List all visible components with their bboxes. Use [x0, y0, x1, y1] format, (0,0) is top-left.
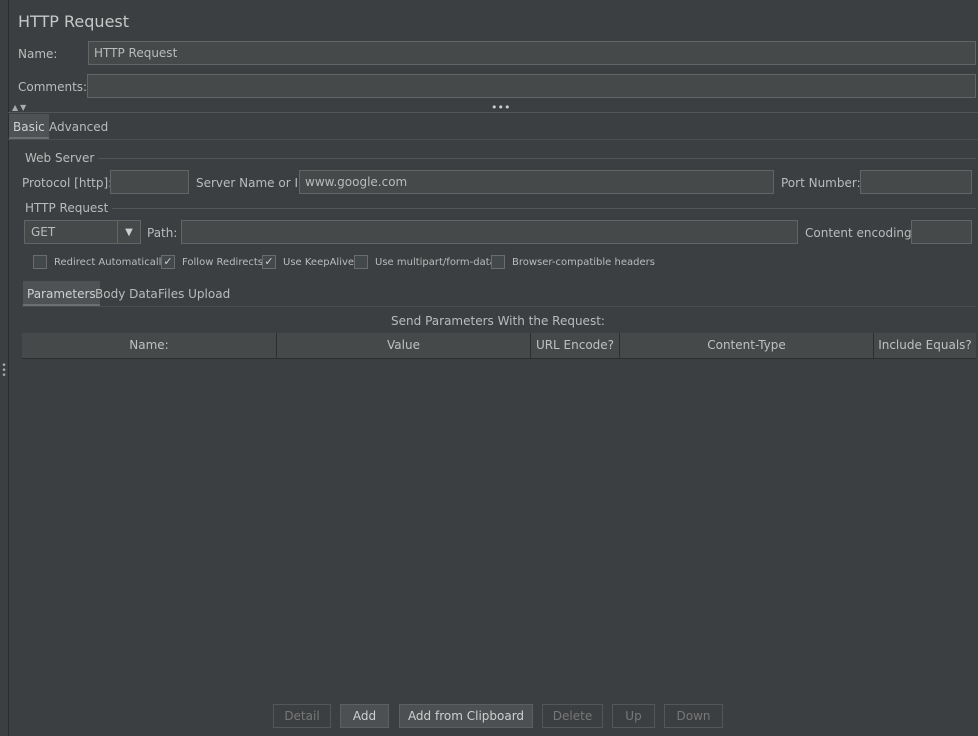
redirect-automatically-checkbox[interactable]: Redirect Automatically	[33, 255, 167, 269]
left-splitter[interactable]: • • •	[0, 0, 9, 736]
table-caption: Send Parameters With the Request:	[391, 314, 605, 328]
column-header-name[interactable]: Name:	[22, 333, 277, 358]
vertical-drag-handle-icon[interactable]: • • •	[1, 362, 7, 381]
checkbox-label: Use multipart/form-data	[375, 256, 496, 268]
checkbox-label: Follow Redirects	[182, 256, 263, 268]
column-header-url-encode[interactable]: URL Encode?	[531, 333, 620, 358]
use-multipart-checkbox[interactable]: Use multipart/form-data	[354, 255, 496, 269]
comments-label: Comments:	[18, 80, 88, 94]
checkbox-box[interactable]	[491, 255, 505, 269]
collapse-expand-arrows-icon[interactable]: ▲▼	[12, 103, 28, 112]
server-name-label: Server Name or IP:	[196, 176, 310, 190]
parameters-table-header: Name: Value URL Encode? Content-Type Inc…	[22, 333, 976, 359]
chevron-down-icon[interactable]: ▼	[117, 221, 140, 243]
splitter-divider	[8, 112, 978, 113]
tab-advanced[interactable]: Advanced	[45, 114, 112, 140]
http-request-title: HTTP Request	[22, 201, 113, 215]
protocol-field[interactable]	[110, 170, 189, 194]
tab-body-data[interactable]: Body Data	[91, 281, 162, 307]
add-from-clipboard-button[interactable]: Add from Clipboard	[399, 704, 533, 728]
web-server-title: Web Server	[22, 151, 99, 165]
server-name-field[interactable]	[299, 170, 774, 194]
follow-redirects-checkbox[interactable]: ✓ Follow Redirects	[161, 255, 263, 269]
tabs-divider	[8, 139, 978, 140]
column-header-include-equals[interactable]: Include Equals?	[874, 333, 976, 358]
checkmark-icon[interactable]: ✓	[161, 255, 175, 269]
tab-files-upload[interactable]: Files Upload	[154, 281, 234, 307]
add-button[interactable]: Add	[340, 704, 389, 728]
use-keepalive-checkbox[interactable]: ✓ Use KeepAlive	[262, 255, 354, 269]
tab-basic[interactable]: Basic	[9, 114, 49, 140]
name-label: Name:	[18, 47, 58, 61]
content-encoding-label: Content encoding:	[805, 226, 916, 240]
checkbox-label: Use KeepAlive	[283, 256, 355, 268]
tab-parameters[interactable]: Parameters	[23, 281, 100, 307]
http-request-border	[22, 208, 976, 209]
panel-title: HTTP Request	[18, 12, 130, 31]
down-button[interactable]: Down	[664, 704, 723, 728]
checkbox-label: Browser-compatible headers	[512, 256, 655, 268]
port-number-field[interactable]	[860, 170, 972, 194]
up-button[interactable]: Up	[612, 704, 655, 728]
web-server-border	[22, 158, 976, 159]
protocol-label: Protocol [http]:	[22, 176, 113, 190]
column-header-content-type[interactable]: Content-Type	[620, 333, 874, 358]
parameters-table-body[interactable]	[22, 359, 976, 699]
http-request-panel: ••• HTTP Request Name: Comments: ▲▼ ••• …	[0, 0, 978, 736]
path-field[interactable]	[181, 220, 798, 244]
content-encoding-field[interactable]	[911, 220, 972, 244]
method-select[interactable]: GET ▼	[24, 220, 141, 244]
column-header-value[interactable]: Value	[277, 333, 531, 358]
method-value: GET	[31, 225, 56, 239]
detail-button[interactable]: Detail	[273, 704, 331, 728]
checkmark-icon[interactable]: ✓	[262, 255, 276, 269]
checkbox-box[interactable]	[354, 255, 368, 269]
name-field[interactable]	[88, 41, 976, 65]
port-number-label: Port Number:	[781, 176, 861, 190]
checkbox-label: Redirect Automatically	[54, 256, 168, 268]
browser-compatible-headers-checkbox[interactable]: Browser-compatible headers	[491, 255, 655, 269]
delete-button[interactable]: Delete	[542, 704, 603, 728]
param-tabs-divider	[22, 306, 976, 307]
comments-field[interactable]	[87, 74, 976, 98]
checkbox-box[interactable]	[33, 255, 47, 269]
path-label: Path:	[147, 226, 178, 240]
